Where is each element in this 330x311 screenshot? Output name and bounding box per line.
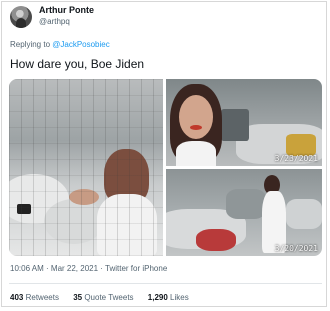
reply-prefix: Replying to [10, 40, 53, 49]
tweet-timestamp[interactable]: 10:06 AM · Mar 22, 2021 · Twitter for iP… [10, 264, 167, 273]
photo-date-stamp: 3/20/2021 [274, 244, 318, 253]
author-avatar[interactable] [10, 6, 32, 28]
tweet-stats: 403 Retweets 35 Quote Tweets 1,290 Likes [10, 293, 201, 302]
author-display-name[interactable]: Arthur Ponte [39, 5, 94, 15]
photo-date-stamp: 3/23/2021 [274, 154, 318, 163]
tweet-card: Arthur Ponte @arthpq Replying to @JackPo… [1, 1, 327, 307]
reply-mention-link[interactable]: @JackPosobiec [52, 40, 109, 49]
photo-closeup[interactable]: 3/23/2021 [166, 79, 322, 166]
retweets-stat[interactable]: 403 Retweets [10, 293, 59, 302]
quote-tweets-stat[interactable]: 35 Quote Tweets [73, 293, 133, 302]
tweet-text: How dare you, Boe Jiden [10, 57, 145, 71]
likes-stat[interactable]: 1,290 Likes [148, 293, 189, 302]
retweets-label: Retweets [25, 293, 59, 302]
divider [9, 283, 322, 284]
photo-fence-crouching[interactable] [9, 79, 163, 256]
quote-tweets-label: Quote Tweets [84, 293, 134, 302]
photo-detention-floor[interactable]: 3/20/2021 [166, 169, 322, 256]
likes-count: 1,290 [147, 293, 168, 302]
reply-context: Replying to @JackPosobiec [10, 40, 110, 49]
media-grid: 3/23/2021 3/20/2021 [9, 79, 322, 256]
chain-link-fence [9, 79, 163, 256]
retweets-count: 403 [10, 293, 24, 302]
likes-label: Likes [170, 293, 189, 302]
profile-photo-icon [16, 18, 26, 28]
author-handle[interactable]: @arthpq [39, 17, 70, 26]
quote-tweets-count: 35 [73, 293, 83, 302]
